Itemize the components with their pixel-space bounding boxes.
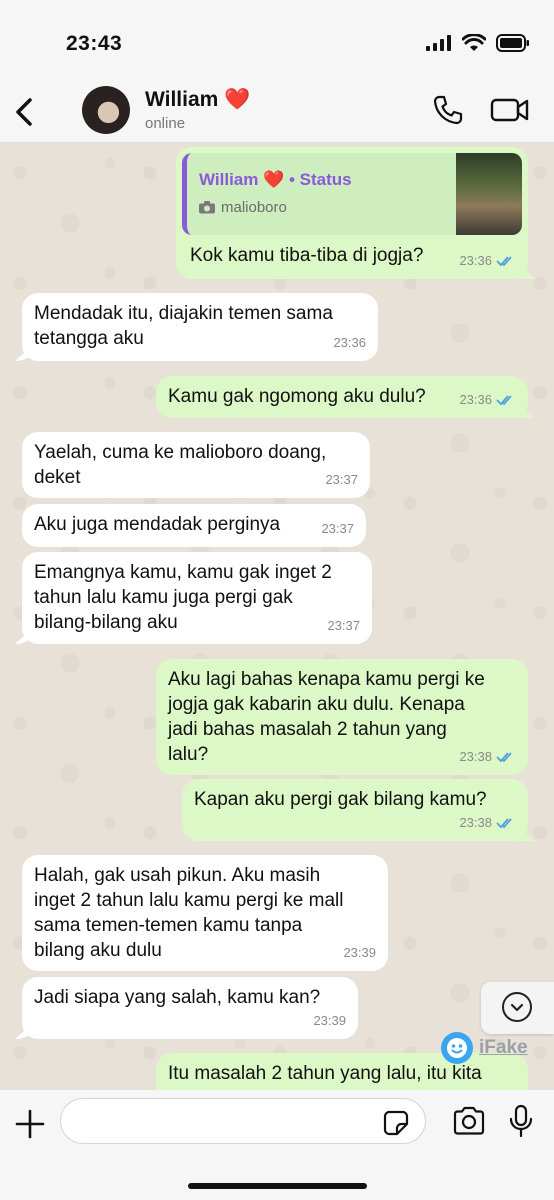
home-indicator [188,1183,367,1189]
message-time: 23:38 [459,749,492,764]
message-text: Aku juga mendadak perginya [34,514,281,535]
message-bubble-outgoing[interactable]: Aku lagi bahas kenapa kamu pergi ke jogj… [156,659,528,775]
message-meta: 23:39 [343,940,376,965]
message-text: Halah, gak usah pikun. Aku masih inget 2… [34,865,344,961]
message-meta: 23:39 [313,1008,346,1033]
message-bubble-outgoing[interactable]: Kamu gak ngomong aku dulu? 23:36 [156,376,528,418]
watermark: iFake [441,1032,528,1064]
message-bubble-incoming[interactable]: Emangnya kamu, kamu gak inget 2 tahun la… [22,552,372,644]
battery-icon [496,34,529,52]
message-bubble-incoming[interactable]: Jadi siapa yang salah, kamu kan? 23:39 [22,977,358,1039]
scroll-to-bottom-button[interactable] [481,982,554,1034]
avatar[interactable] [82,86,130,134]
message-bubble-outgoing[interactable]: William ❤️ • Status malioboro Kok kamu t… [176,147,528,279]
message-text: Yaelah, cuma ke malioboro doang, deket [34,442,327,488]
message-meta: 23:37 [321,516,354,541]
input-bar [0,1090,554,1200]
back-icon[interactable] [10,92,40,132]
chat-header: William ❤️ online [0,84,554,143]
phone-icon[interactable] [432,94,464,126]
message-meta: 23:36 [459,387,516,412]
message-bubble-outgoing[interactable]: Kapan aku pergi gak bilang kamu? 23:38 [182,779,528,841]
video-camera-icon[interactable] [490,94,530,126]
message-text: Jadi siapa yang salah, kamu kan? [34,987,321,1008]
message-bubble-incoming[interactable]: Aku juga mendadak perginya 23:37 [22,504,366,547]
message-time: 23:36 [333,335,366,350]
reply-caption-text: malioboro [221,199,287,216]
chat-area[interactable]: William ❤️ • Status malioboro Kok kamu t… [0,143,554,1090]
double-check-icon [496,255,512,266]
message-time: 23:38 [459,815,492,830]
status-icons [426,34,530,52]
message-meta: 23:36 [333,330,366,355]
message-text: Emangnya kamu, kamu gak inget 2 tahun la… [34,562,332,633]
message-input[interactable] [60,1098,426,1144]
message-meta: 23:37 [327,613,360,638]
message-meta: 23:37 [325,467,358,492]
message-text: Itu masalah 2 tahun yang lalu, itu kita [168,1063,482,1084]
watermark-text: iFake [479,1037,528,1058]
microphone-icon[interactable] [508,1104,534,1138]
message-time: 23:36 [459,253,492,268]
reply-author: William ❤️ • Status [199,170,352,189]
message-meta: 23:38 [459,744,516,769]
message-time: 23:37 [321,521,354,536]
message-text: Mendadak itu, diajakin temen sama tetang… [34,303,333,349]
contact-name[interactable]: William ❤️ [145,88,250,112]
message-time: 23:36 [459,392,492,407]
sticker-icon[interactable] [383,1110,409,1136]
message-time: 23:37 [327,618,360,633]
camera-icon [199,201,215,214]
message-time: 23:39 [313,1013,346,1028]
reply-quote[interactable]: William ❤️ • Status malioboro [182,153,522,235]
signal-icon [426,35,451,51]
reply-caption: malioboro [199,195,287,220]
message-bubble-incoming[interactable]: Mendadak itu, diajakin temen sama tetang… [22,293,378,361]
message-time: 23:37 [325,472,358,487]
message-bubble-incoming[interactable]: Halah, gak usah pikun. Aku masih inget 2… [22,855,388,971]
plus-icon[interactable] [14,1108,46,1140]
message-meta: 23:36 [459,248,516,273]
message-text: Kok kamu tiba-tiba di jogja? [190,245,424,266]
wifi-icon [462,34,486,51]
double-check-icon [496,394,512,405]
message-time: 23:39 [343,945,376,960]
status-thumbnail [456,153,522,235]
message-bubble-incoming[interactable]: Yaelah, cuma ke malioboro doang, deket 2… [22,432,370,498]
contact-status: online [145,115,186,132]
message-text: Kapan aku pergi gak bilang kamu? [194,789,487,810]
status-bar: 23:43 [0,0,554,84]
message-meta: 23:38 [459,810,516,835]
double-check-icon [496,751,512,762]
watermark-logo-icon [441,1032,473,1064]
double-check-icon [496,817,512,828]
camera-icon[interactable] [452,1106,486,1136]
chevron-down-icon [502,992,532,1022]
status-time: 23:43 [66,32,123,55]
